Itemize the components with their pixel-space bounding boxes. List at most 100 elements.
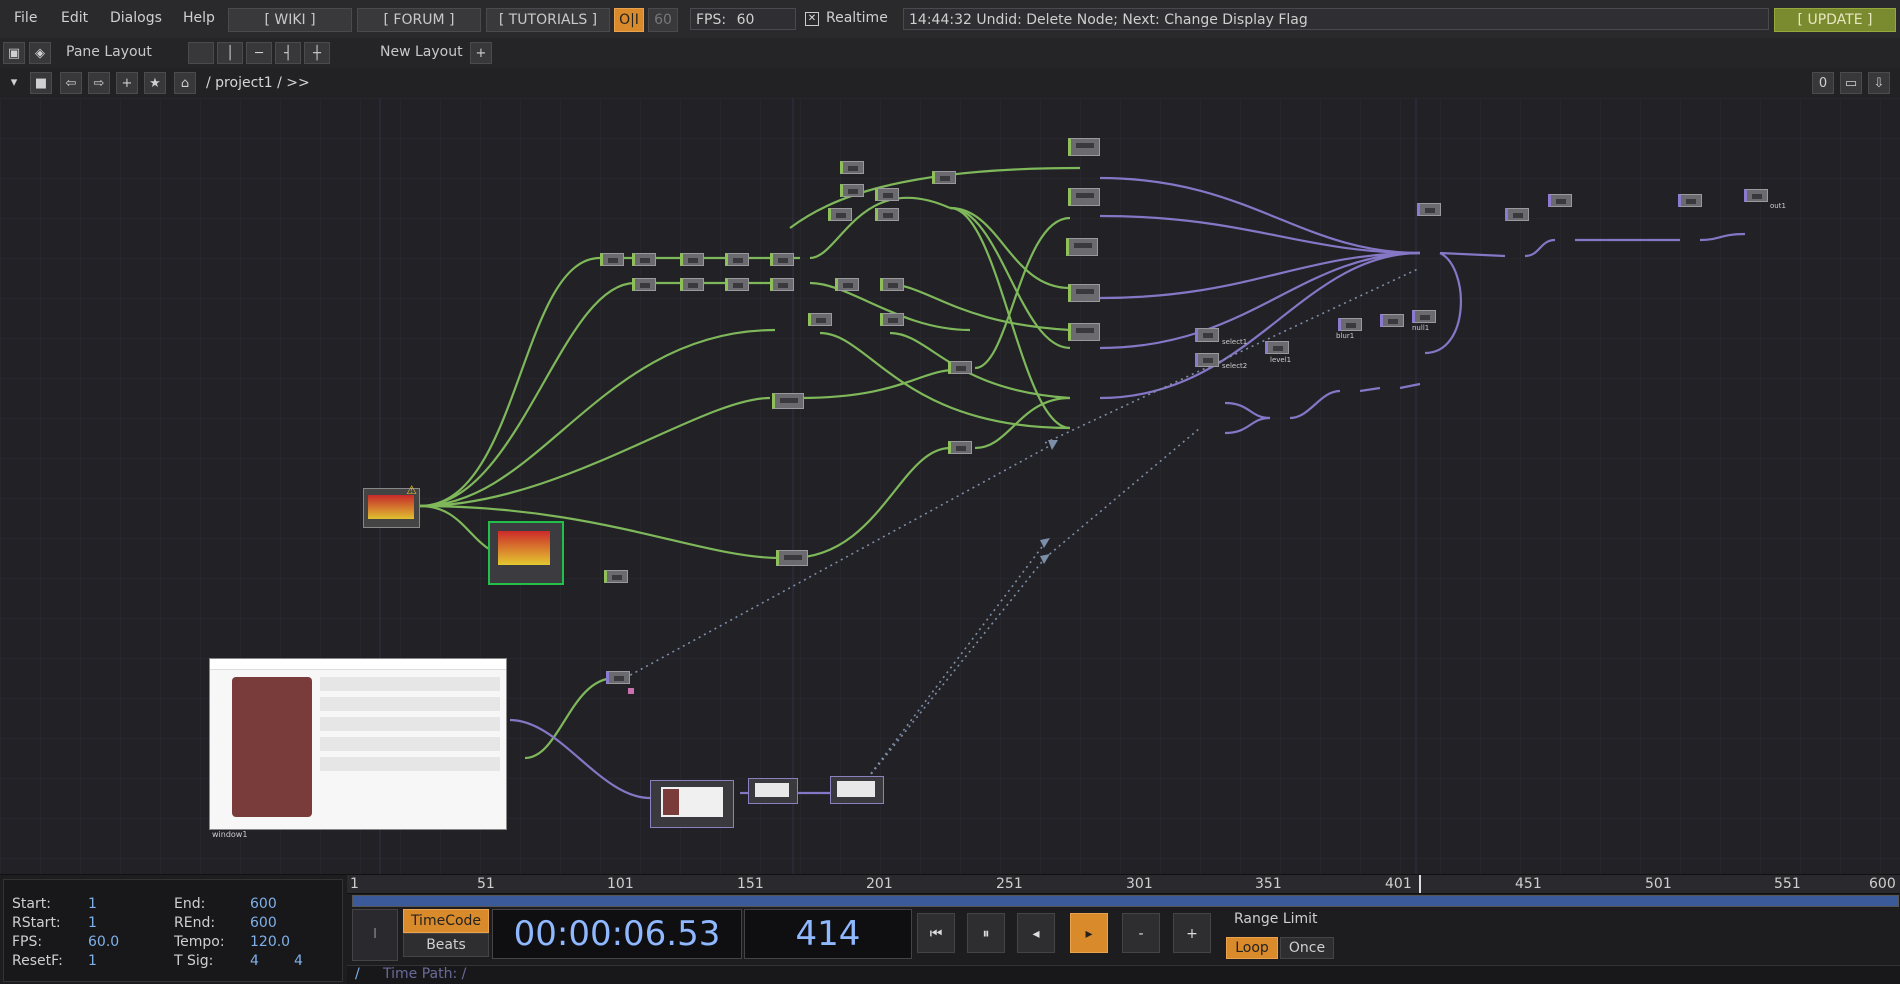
tsig-numerator[interactable]: 4 (250, 953, 259, 969)
operator-node[interactable] (875, 208, 899, 221)
rend-value[interactable]: 600 (250, 915, 277, 931)
operator-node[interactable] (772, 393, 804, 409)
add-layout-button[interactable]: + (470, 42, 492, 64)
step-minus-button[interactable]: - (1122, 913, 1160, 953)
operator-node[interactable] (835, 278, 859, 291)
operator-node[interactable] (1417, 203, 1441, 216)
operator-node[interactable] (1505, 208, 1529, 221)
loop-button[interactable]: Loop (1226, 937, 1278, 959)
operator-node[interactable] (680, 278, 704, 291)
fps-cap-field[interactable]: 60 (648, 8, 678, 32)
add-icon[interactable]: + (116, 72, 138, 94)
operator-node[interactable] (770, 278, 794, 291)
crop-preview-node[interactable] (748, 778, 798, 804)
forum-button[interactable]: [ FORUM ] (357, 8, 481, 32)
operator-node[interactable] (875, 188, 899, 201)
operator-node[interactable] (840, 184, 864, 197)
forward-icon[interactable]: ⇨ (88, 72, 110, 94)
back-icon[interactable]: ⇦ (60, 72, 82, 94)
operator-node[interactable] (932, 171, 956, 184)
video-preview-node[interactable] (650, 780, 734, 828)
home-icon[interactable]: ⌂ (174, 72, 196, 94)
layout-four-pane-icon[interactable]: ┼ (304, 42, 330, 64)
operator-node[interactable] (1068, 188, 1100, 206)
timecode-display[interactable]: 00:00:06.53 (492, 909, 742, 959)
select2-node[interactable] (1195, 353, 1219, 367)
rstart-value[interactable]: 1 (88, 915, 97, 931)
operator-node[interactable] (1066, 238, 1098, 256)
level1-node[interactable] (1265, 341, 1289, 354)
operator-node[interactable] (1068, 138, 1100, 156)
tutorials-button[interactable]: [ TUTORIALS ] (486, 8, 610, 32)
stop-icon[interactable]: ■ (30, 72, 52, 94)
operator-node[interactable] (808, 313, 832, 326)
update-button[interactable]: [ UPDATE ] (1774, 8, 1896, 32)
transform-preview-node[interactable] (830, 776, 884, 804)
maximize-icon[interactable]: ▭ (1840, 72, 1862, 94)
operator-node[interactable] (680, 253, 704, 266)
network-path[interactable]: / project1 / >> (206, 75, 310, 91)
operator-node[interactable] (1068, 323, 1100, 341)
operator-node[interactable] (1548, 194, 1572, 207)
once-button[interactable]: Once (1280, 937, 1334, 959)
audio-source-node[interactable]: ⚠ (363, 483, 420, 528)
operator-node[interactable] (1068, 284, 1100, 302)
layout-three-pane-icon[interactable]: ┤ (275, 42, 301, 64)
star-icon[interactable]: ★ (144, 72, 166, 94)
select1-node[interactable] (1195, 328, 1219, 342)
browser-preview-window[interactable] (209, 658, 507, 830)
menu-edit[interactable]: Edit (61, 10, 88, 26)
timeline-mode-icon[interactable]: I (352, 909, 398, 961)
operator-node[interactable] (948, 441, 972, 454)
panel-view-icon[interactable]: ◈ (29, 42, 51, 64)
perform-mode-button[interactable]: O|I (614, 8, 644, 32)
wiki-button[interactable]: [ WIKI ] (228, 8, 352, 32)
menu-help[interactable]: Help (183, 10, 215, 26)
out1-node[interactable] (1744, 189, 1768, 202)
operator-node[interactable] (632, 253, 656, 266)
menu-dialogs[interactable]: Dialogs (110, 10, 162, 26)
fps-value[interactable]: 60.0 (88, 934, 119, 950)
step-back-icon[interactable]: ◂ (1017, 913, 1055, 953)
start-value[interactable]: 1 (88, 896, 97, 912)
tempo-value[interactable]: 120.0 (250, 934, 290, 950)
operator-node[interactable] (606, 671, 630, 684)
operator-node[interactable] (1678, 194, 1702, 207)
pause-icon[interactable]: ⏸ (967, 913, 1005, 953)
network-view-icon[interactable]: ▣ (3, 42, 25, 64)
null1-node[interactable] (1412, 310, 1436, 323)
chevron-down-icon[interactable]: ▾ (3, 72, 25, 94)
beats-button[interactable]: Beats (403, 933, 489, 957)
timecode-button[interactable]: TimeCode (403, 909, 489, 933)
operator-node[interactable] (725, 278, 749, 291)
operator-node[interactable] (776, 550, 808, 566)
operator-node[interactable] (632, 278, 656, 291)
network-editor[interactable]: select1 select2 level1 blur1 null1 out1 … (0, 98, 1900, 874)
time-path-label[interactable]: Time Path: / (383, 966, 466, 982)
operator-node[interactable] (600, 253, 624, 266)
step-plus-button[interactable]: + (1173, 913, 1211, 953)
operator-node[interactable] (840, 161, 864, 174)
play-icon[interactable]: ▸ (1070, 913, 1108, 953)
layout-split-horizontal-icon[interactable]: ─ (246, 42, 272, 64)
pin-icon[interactable]: ⇩ (1868, 72, 1890, 94)
operator-node[interactable] (1380, 314, 1404, 327)
operator-node[interactable] (770, 253, 794, 266)
frame-display[interactable]: 414 (744, 909, 912, 959)
operator-node[interactable] (828, 208, 852, 221)
layout-split-vertical-icon[interactable]: │ (217, 42, 243, 64)
time-range-bar[interactable] (352, 895, 1899, 907)
operator-node[interactable] (604, 570, 628, 583)
menu-file[interactable]: File (14, 10, 37, 26)
selected-visual-node[interactable] (488, 521, 564, 585)
resetf-value[interactable]: 1 (88, 953, 97, 969)
blur1-node[interactable] (1338, 318, 1362, 331)
operator-node[interactable] (725, 253, 749, 266)
tsig-denominator[interactable]: 4 (294, 953, 303, 969)
layout-single-icon[interactable] (188, 42, 214, 64)
operator-node[interactable] (880, 313, 904, 326)
playhead[interactable] (1419, 875, 1421, 893)
operator-node[interactable] (948, 361, 972, 374)
rewind-to-start-icon[interactable]: ⏮ (917, 913, 955, 953)
frame-ruler[interactable]: 1 51 101 151 201 251 301 351 401 451 501… (347, 875, 1900, 894)
